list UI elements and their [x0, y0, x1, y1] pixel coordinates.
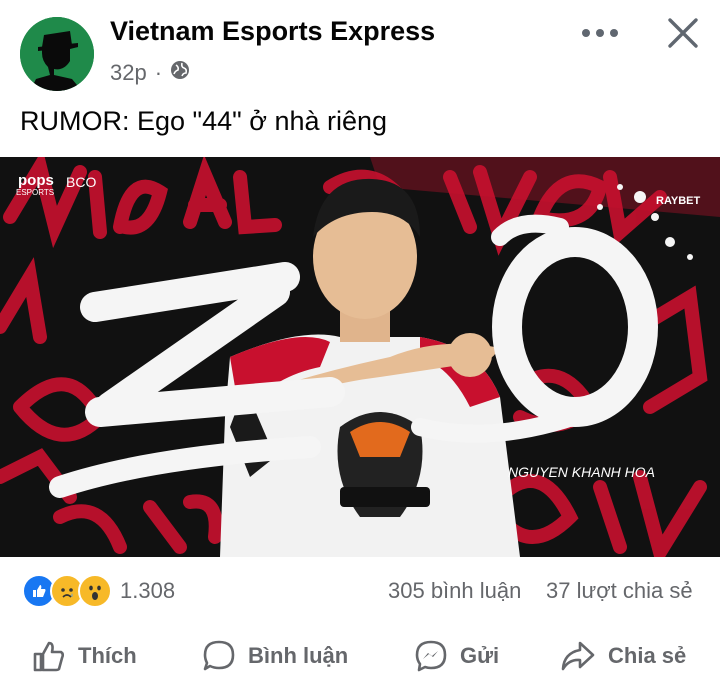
like-label: Thích — [78, 643, 137, 668]
share-arrow-icon — [561, 641, 595, 671]
messenger-icon — [415, 640, 447, 672]
pops-esports-logo: ESPORTS — [16, 188, 54, 197]
close-button[interactable] — [660, 12, 706, 54]
thumbs-up-icon — [33, 641, 65, 672]
send-label: Gửi — [460, 643, 500, 668]
more-dots-icon — [582, 29, 618, 37]
share-label: Chia sẻ — [608, 643, 687, 668]
post-image[interactable]: pops ESPORTS BCO RAYBET NGUYEN KHANH HOA — [0, 157, 720, 557]
action-bar: Thích Bình luận Gửi Chia sẻ — [0, 628, 720, 684]
share-button[interactable]: Chia sẻ — [560, 628, 686, 684]
comment-label: Bình luận — [248, 643, 349, 668]
page-name[interactable]: Vietnam Esports Express — [110, 16, 435, 47]
close-icon — [668, 18, 698, 48]
globe-icon — [170, 60, 190, 86]
post-caption: RUMOR: Ego "44" ở nhà riêng — [20, 106, 388, 136]
reactions-summary[interactable]: 1.308 — [22, 574, 175, 608]
send-button[interactable]: Gửi — [414, 628, 499, 684]
wow-icon — [78, 574, 112, 608]
comment-bubble-icon — [203, 640, 235, 671]
shares-count[interactable]: 37 lượt chia sẻ — [546, 578, 693, 604]
bco-logo: BCO — [66, 174, 96, 190]
post-meta: 32p · — [110, 60, 190, 86]
player-name-text: NGUYEN KHANH HOA — [508, 464, 655, 480]
raybet-logo: RAYBET — [656, 195, 700, 207]
post-stats: 1.308 305 bình luận 37 lượt chia sẻ — [0, 568, 720, 612]
page-avatar[interactable] — [20, 17, 94, 91]
post-header: Vietnam Esports Express 32p · — [0, 0, 720, 100]
more-options-button[interactable] — [578, 18, 622, 48]
pops-logo: pops — [18, 172, 54, 189]
comments-count[interactable]: 305 bình luận — [388, 578, 521, 604]
comment-button[interactable]: Bình luận — [202, 628, 348, 684]
meta-separator: · — [154, 60, 163, 85]
reaction-count: 1.308 — [120, 578, 176, 603]
post-time[interactable]: 32p — [110, 60, 147, 86]
like-button[interactable]: Thích — [32, 628, 137, 684]
